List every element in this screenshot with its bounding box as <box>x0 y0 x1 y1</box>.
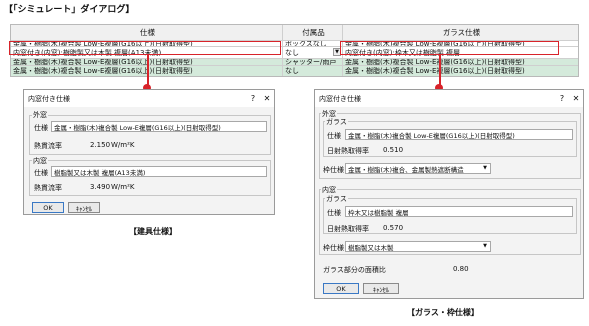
outer-frame-dropdown[interactable]: 金属・樹脂(木)複合、金属製熱遮断構造 ▼ <box>345 163 491 174</box>
dialog-title: 内窓付き仕様 <box>28 94 70 103</box>
inner-u-unit: W/m²K <box>111 183 135 191</box>
glass-frame-spec-caption: 【ガラス・枠仕様】 <box>407 308 479 317</box>
inner-solar-label: 日射熱取得率 <box>327 225 369 233</box>
outer-solar-label: 日射熱取得率 <box>327 147 369 155</box>
table-cell: 金属・樹脂(木)複合製 Low-E複層(G16以上)(日射取得型) <box>342 66 578 76</box>
table-cell: なし <box>282 66 342 76</box>
group-label: 外窓 <box>32 110 48 120</box>
column-header-spec[interactable]: 仕様 <box>11 25 282 40</box>
outer-spec-label: 仕様 <box>34 124 48 132</box>
table-row[interactable]: 金属・樹脂(木)複合製 Low-E複層(G16以上)(日射取得型) なし 金属・… <box>11 65 578 76</box>
fitting-spec-caption: 【建具仕様】 <box>129 227 177 236</box>
outer-u-label: 熱貫流率 <box>34 142 62 150</box>
highlight-box-spec <box>9 41 281 55</box>
dialog-titlebar: 内窓付き仕様 ? ✕ <box>315 90 583 107</box>
inner-u-value: 3.490 <box>90 183 111 191</box>
table-cell: 金属・樹脂(木)複合製 Low-E複層(G16以上)(日射取得型) <box>342 59 578 65</box>
ok-button[interactable]: OK <box>32 202 64 213</box>
close-icon[interactable]: ✕ <box>260 94 274 103</box>
group-label: ガラス <box>325 194 348 204</box>
inner-window-dialog-glass: 内窓付き仕様 ? ✕ 外窓 ガラス 仕様 金属・樹脂(木)複合製 Low-E複層… <box>314 89 584 299</box>
table-cell: ボックスなし <box>282 41 342 46</box>
chevron-down-icon[interactable]: ▼ <box>481 165 489 172</box>
ok-button[interactable]: OK <box>323 283 359 294</box>
inner-window-dialog-fitting: 内窓付き仕様 ? ✕ 外窓 仕様 金属・樹脂(木)複合製 Low-E複層(G16… <box>23 89 275 215</box>
inner-frame-label: 枠仕様 <box>323 244 344 252</box>
table-cell: シャッター/雨戸 <box>282 59 342 65</box>
inner-frame-dropdown[interactable]: 樹脂製又は木製 ▼ <box>345 241 491 252</box>
inner-solar-value: 0.570 <box>383 224 404 232</box>
area-ratio-value: 0.80 <box>453 265 469 273</box>
section-heading: 【「シミュレート」ダイアログ】 <box>4 5 135 15</box>
group-label: ガラス <box>325 117 348 127</box>
accessory-dropdown[interactable]: なし ▼ <box>282 47 342 58</box>
dropdown-value: なし <box>285 48 299 57</box>
area-ratio-label: ガラス部分の面積比 <box>323 266 386 274</box>
cancel-button[interactable]: ｷｬﾝｾﾙ <box>363 283 399 294</box>
dialog-title: 内窓付き仕様 <box>319 94 361 103</box>
column-header-glass[interactable]: ガラス仕様 <box>342 25 578 40</box>
cancel-button[interactable]: ｷｬﾝｾﾙ <box>68 202 100 213</box>
outer-solar-value: 0.510 <box>383 146 404 154</box>
table-header-row: 仕様 付属品 ガラス仕様 <box>11 25 578 40</box>
dialog-titlebar: 内窓付き仕様 ? ✕ <box>24 90 274 107</box>
dropdown-value: 金属・樹脂(木)複合、金属製熱遮断構造 <box>348 165 464 174</box>
inner-spec-field[interactable]: 樹脂製又は木製 複層(A13未満) <box>51 166 267 177</box>
chevron-down-icon[interactable]: ▼ <box>481 243 489 250</box>
outer-u-value: 2.150 <box>90 141 111 149</box>
highlight-box-glass <box>340 41 559 55</box>
outer-spec-field[interactable]: 金属・樹脂(木)複合製 Low-E複層(G16以上)(日射取得型) <box>51 121 267 132</box>
dropdown-value: 樹脂製又は木製 <box>348 243 394 252</box>
outer-glass-spec-field[interactable]: 金属・樹脂(木)複合製 Low-E複層(G16以上)(日射取得型) <box>345 129 573 140</box>
outer-u-unit: W/m²K <box>111 141 135 149</box>
help-icon[interactable]: ? <box>555 94 569 103</box>
group-label: 内窓 <box>32 156 48 166</box>
inner-u-label: 熱貫流率 <box>34 184 62 192</box>
inner-glass-spec-field[interactable]: 枠木又は樹脂製 複層 <box>345 206 573 217</box>
help-icon[interactable]: ? <box>246 94 260 103</box>
column-header-accessory[interactable]: 付属品 <box>282 25 342 40</box>
table-row[interactable]: 金属・樹脂(木)複合製 Low-E複層(G16以上)(日射取得型) シャッター/… <box>11 58 578 65</box>
inner-spec-label: 仕様 <box>327 209 341 217</box>
inner-spec-label: 仕様 <box>34 169 48 177</box>
outer-spec-label: 仕様 <box>327 132 341 140</box>
outer-frame-label: 枠仕様 <box>323 166 344 174</box>
close-icon[interactable]: ✕ <box>569 94 583 103</box>
